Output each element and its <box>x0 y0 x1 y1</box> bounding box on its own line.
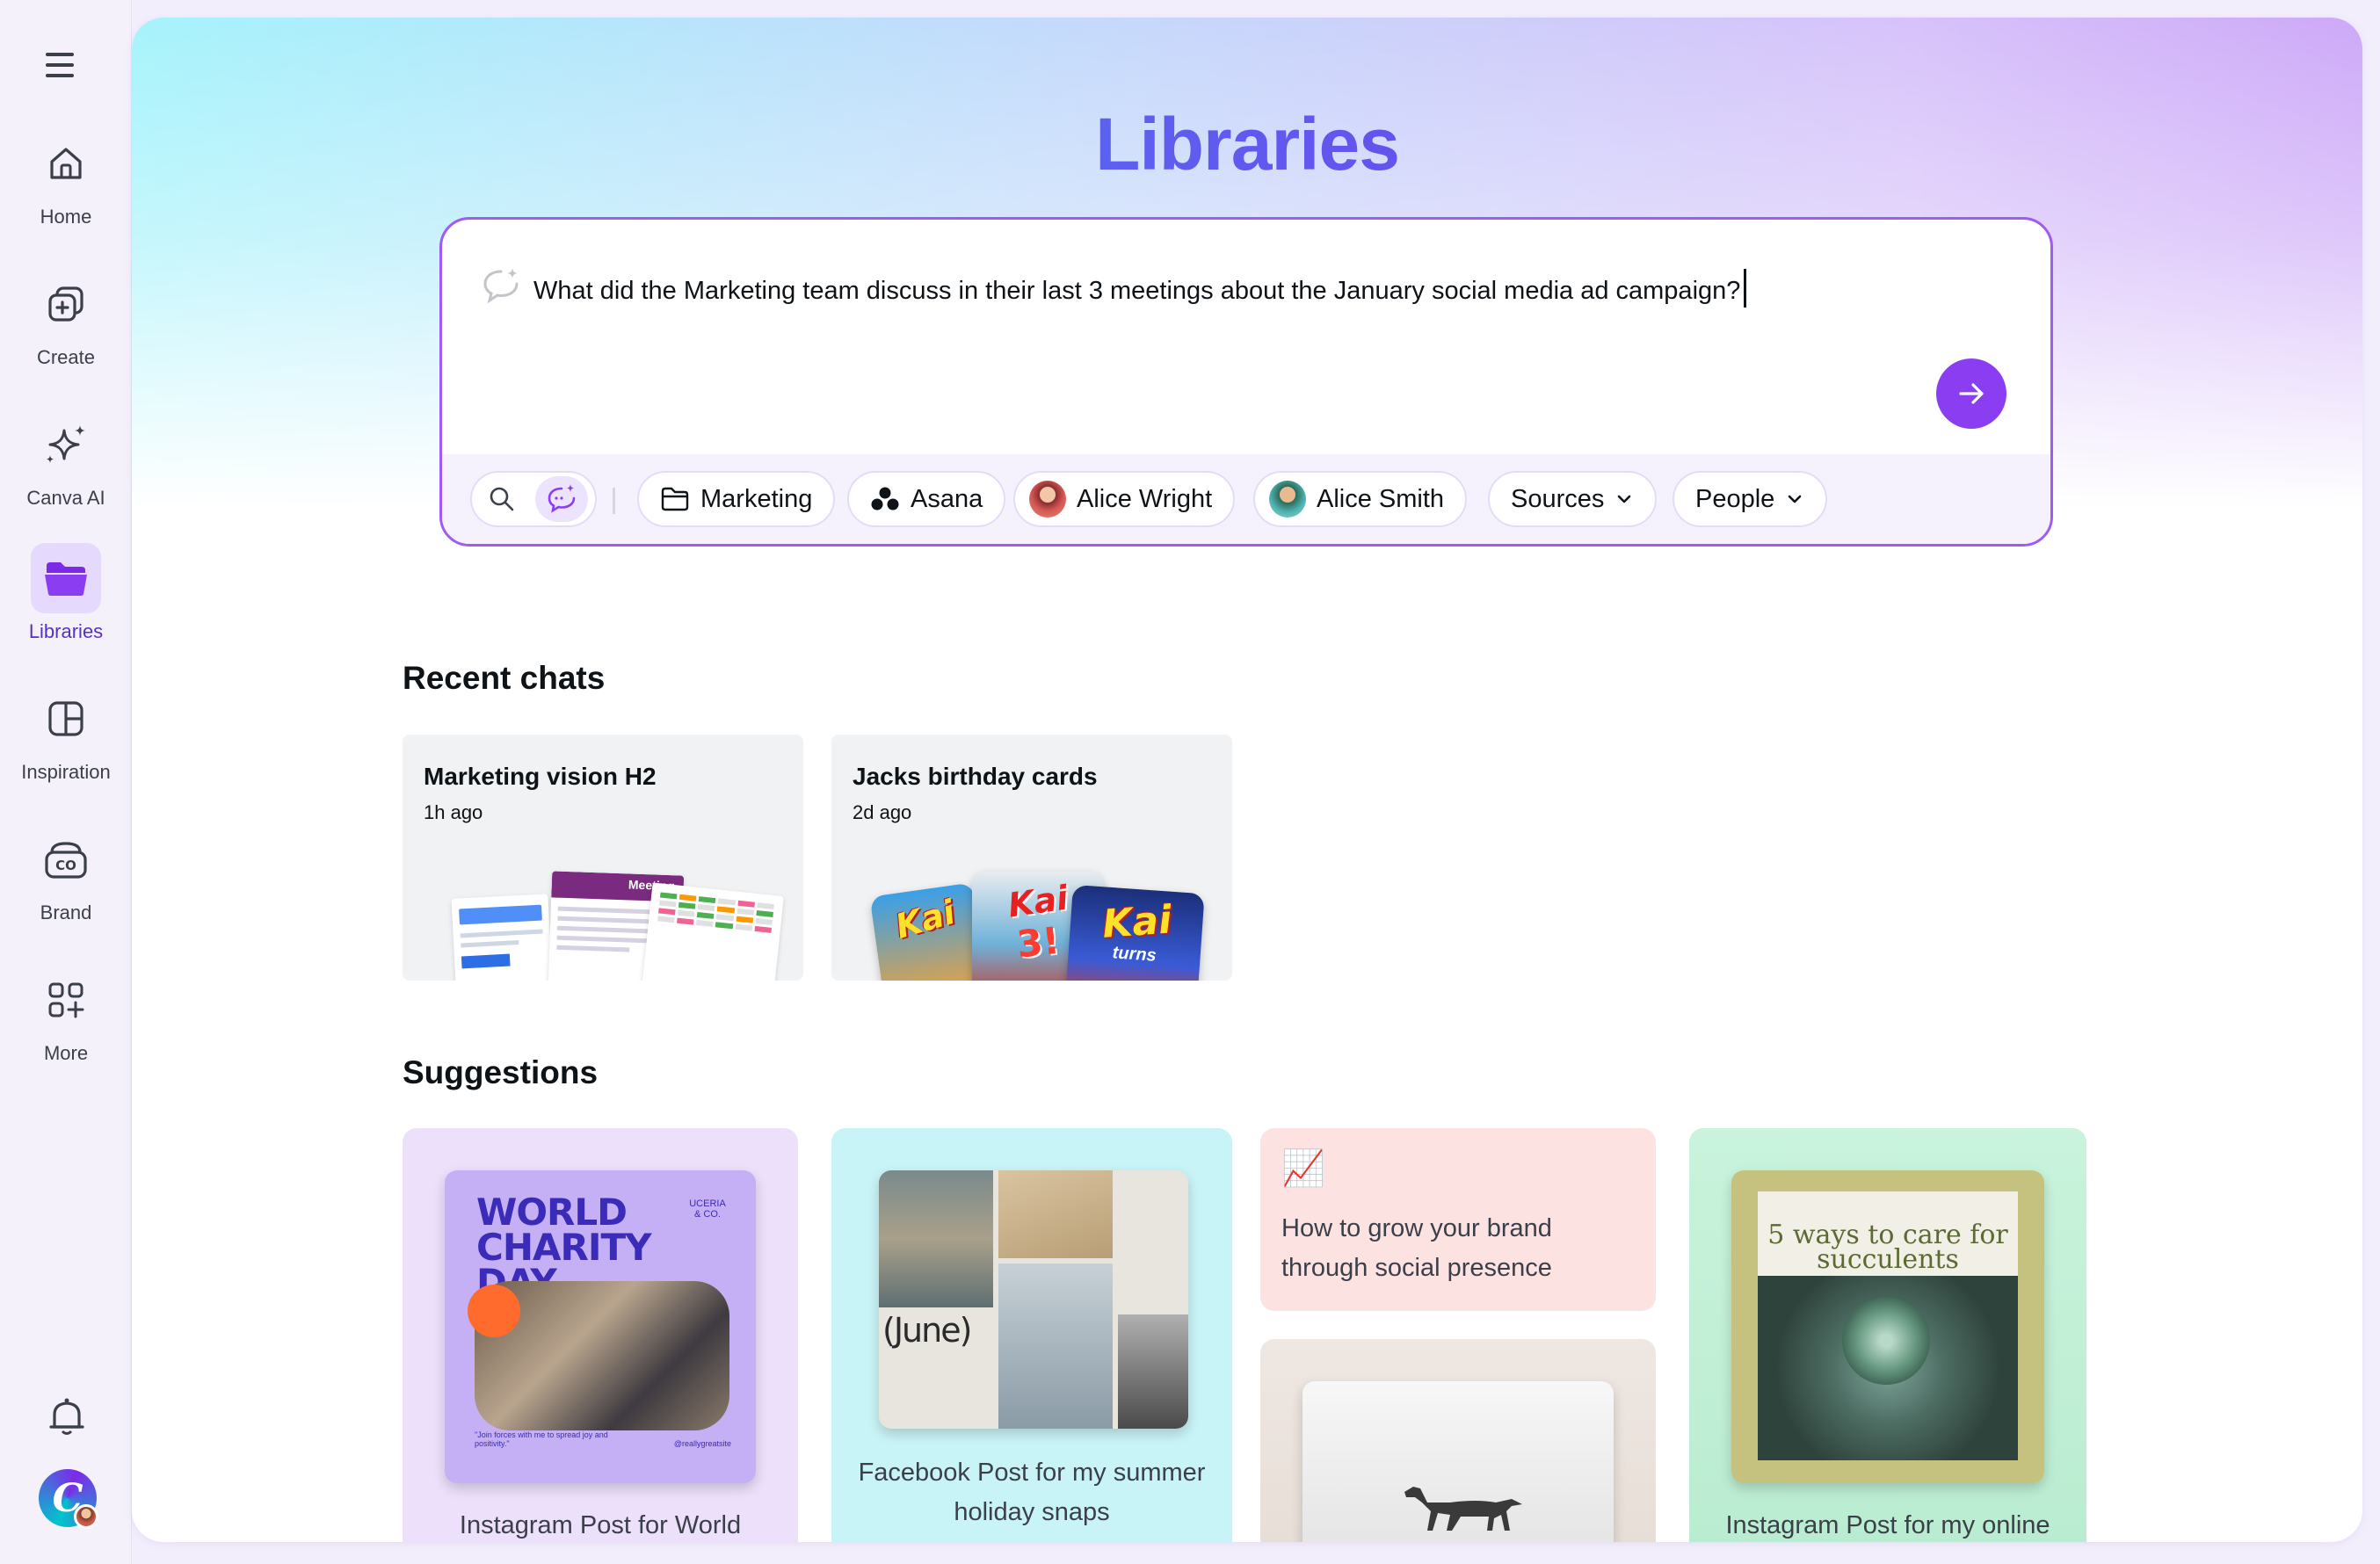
chat-sparkle-icon <box>481 265 521 306</box>
profile-avatar[interactable]: C <box>39 1469 98 1529</box>
sidebar-item-canva-ai[interactable]: Canva AI <box>0 409 132 524</box>
sidebar: Home Create Canva AI Libraries Inspirati… <box>0 0 132 1564</box>
apps-icon <box>31 965 101 1035</box>
search-mode-button[interactable] <box>475 476 528 522</box>
hamburger-icon <box>46 53 74 56</box>
sparkle-icon <box>31 409 101 480</box>
chat-mode-button[interactable] <box>535 476 588 522</box>
recent-chat-card[interactable]: Jacks birthday cards 2d ago Kai Kai 3! K… <box>831 735 1232 981</box>
sidebar-item-brand[interactable]: CO Brand <box>0 824 132 938</box>
recent-chats-heading: Recent chats <box>403 660 606 696</box>
main-panel: Libraries What did the Marketing team di… <box>132 18 2362 1542</box>
divider <box>613 488 615 514</box>
recent-chat-card[interactable]: Marketing vision H2 1h ago Meeting <box>403 735 803 981</box>
sidebar-item-label: Libraries <box>28 620 104 642</box>
sidebar-item-label: Canva AI <box>26 487 105 509</box>
sidebar-item-label: Home <box>40 206 92 228</box>
suggestions-heading: Suggestions <box>403 1054 599 1090</box>
chart-increasing-icon: 📈 <box>1281 1149 1325 1188</box>
send-button[interactable] <box>1936 358 2006 429</box>
succulent-plant <box>1842 1297 1930 1385</box>
filter-chip-alice-wright[interactable]: Alice Wright <box>1013 471 1236 527</box>
search-mode-toggle[interactable] <box>470 471 597 527</box>
filter-bar: Marketing Asana Alice Wright Alice Smith… <box>442 454 2050 544</box>
flower-decoration <box>468 1285 520 1337</box>
asana-icon <box>871 487 899 510</box>
create-icon <box>31 269 101 339</box>
sidebar-item-inspiration[interactable]: Inspiration <box>0 684 132 798</box>
sidebar-item-more[interactable]: More <box>0 965 132 1079</box>
document-thumbnail <box>451 894 553 981</box>
succulents-thumbnail: 5 ways to care for succulents <box>1731 1170 2044 1483</box>
home-icon <box>31 128 101 199</box>
world-charity-day-thumbnail: WORLD CHARITY DAY UCERIA & CO. "Join for… <box>445 1170 756 1483</box>
summer-collage-thumbnail: (June) <box>879 1170 1188 1429</box>
greyhound-thumbnail <box>1302 1381 1614 1542</box>
svg-text:CO: CO <box>55 858 76 873</box>
birthday-card-thumbnail: Kai turns <box>1064 884 1205 981</box>
sources-dropdown[interactable]: Sources <box>1488 471 1658 527</box>
spreadsheet-thumbnail <box>642 882 784 981</box>
ai-search-box[interactable]: What did the Marketing team discuss in t… <box>439 217 2053 547</box>
inspiration-icon <box>31 684 101 754</box>
text-caret <box>1744 269 1747 308</box>
folder-icon <box>661 487 689 511</box>
arrow-right-icon <box>1959 383 1984 404</box>
filter-chip-alice-smith[interactable]: Alice Smith <box>1253 471 1468 527</box>
folder-icon <box>31 543 101 613</box>
chevron-down-icon <box>1618 495 1631 503</box>
sidebar-item-home[interactable]: Home <box>0 128 132 243</box>
birthday-card-thumbnail: Kai <box>869 882 989 981</box>
people-dropdown[interactable]: People <box>1673 471 1828 527</box>
sidebar-item-label: Create <box>36 346 96 368</box>
sidebar-item-create[interactable]: Create <box>0 269 132 383</box>
avatar <box>1269 481 1306 518</box>
brand-icon: CO <box>31 824 101 894</box>
avatar <box>1029 481 1066 518</box>
team-avatar <box>74 1504 98 1529</box>
suggestion-card[interactable]: 📈 How to grow your brand through social … <box>1260 1128 1656 1311</box>
bell-icon[interactable] <box>44 1394 90 1439</box>
suggestion-card[interactable]: (June) Facebook Post for my summer holid… <box>831 1128 1232 1542</box>
sidebar-item-label: More <box>43 1042 89 1064</box>
sidebar-item-label: Brand <box>40 901 92 923</box>
sidebar-item-label: Inspiration <box>21 761 111 783</box>
search-input[interactable]: What did the Marketing team discuss in t… <box>533 269 1747 308</box>
search-icon <box>490 487 514 511</box>
suggestion-card[interactable] <box>1260 1339 1656 1542</box>
filter-chip-asana[interactable]: Asana <box>847 471 1006 527</box>
sidebar-item-libraries[interactable]: Libraries <box>0 543 132 657</box>
suggestion-card[interactable]: WORLD CHARITY DAY UCERIA & CO. "Join for… <box>403 1128 798 1542</box>
filter-chip-marketing[interactable]: Marketing <box>637 471 836 527</box>
suggestion-card[interactable]: 5 ways to care for succulents Instagram … <box>1689 1128 2086 1542</box>
dog-illustration <box>1404 1487 1522 1531</box>
chevron-down-icon <box>1789 495 1802 503</box>
menu-toggle-button[interactable] <box>46 46 90 84</box>
page-title: Libraries <box>132 102 2362 187</box>
chat-sparkle-icon <box>548 484 576 513</box>
